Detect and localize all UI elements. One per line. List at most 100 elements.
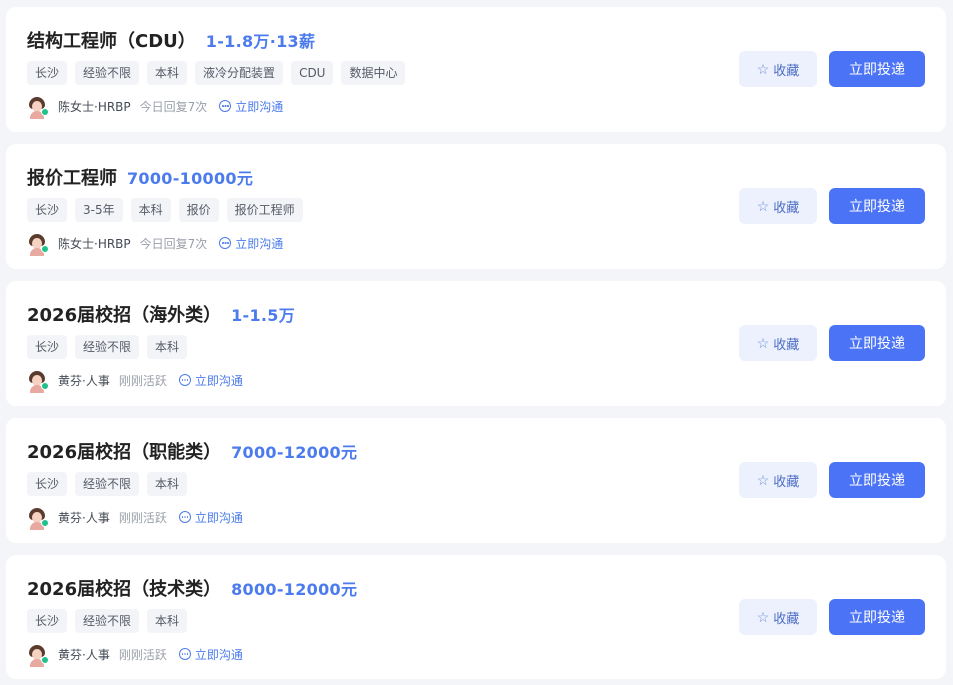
- job-tag: 本科: [147, 472, 188, 496]
- chat-now-label: 立即沟通: [194, 647, 243, 662]
- chat-now-label: 立即沟通: [235, 99, 284, 114]
- apply-button[interactable]: 立即投递: [829, 51, 925, 87]
- job-tags: 长沙 经验不限 本科 液冷分配装置 CDU 数据中心: [27, 61, 406, 85]
- apply-button[interactable]: 立即投递: [829, 599, 925, 635]
- job-tag: 本科: [147, 61, 188, 85]
- recruiter-info: 陈女士·HRBP 今日回复7次 立即沟通: [27, 96, 283, 119]
- apply-button[interactable]: 立即投递: [829, 188, 925, 224]
- favorite-button[interactable]: ☆ 收藏: [739, 325, 817, 361]
- recruiter-name: 陈女士·HRBP: [58, 99, 131, 114]
- favorite-label: 收藏: [773, 62, 800, 78]
- job-tag: 本科: [147, 609, 188, 633]
- chat-now-label: 立即沟通: [235, 236, 284, 251]
- job-tag: 报价工程师: [226, 198, 303, 222]
- recruiter-status: 刚刚活跃: [118, 647, 167, 662]
- job-card[interactable]: 报价工程师 7000-10000元 长沙 3-5年 本科 报价 报价工程师 陈女…: [6, 144, 946, 269]
- online-status-dot: [41, 245, 49, 253]
- job-tag: 长沙: [27, 335, 68, 359]
- job-tag: 3-5年: [75, 198, 123, 222]
- favorite-label: 收藏: [773, 473, 800, 489]
- favorite-label: 收藏: [773, 610, 800, 626]
- job-tag: 经验不限: [75, 472, 140, 496]
- recruiter-name: 黄芬·人事: [58, 647, 110, 662]
- chat-now-link[interactable]: 立即沟通: [178, 509, 243, 526]
- job-tag: 经验不限: [75, 609, 140, 633]
- job-tags: 长沙 经验不限 本科: [27, 472, 188, 496]
- avatar: [27, 233, 49, 256]
- job-list: 结构工程师（CDU） 1-1.8万·13薪 长沙 经验不限 本科 液冷分配装置 …: [0, 0, 953, 685]
- job-tag: 数据中心: [341, 61, 406, 85]
- job-title[interactable]: 报价工程师: [27, 164, 117, 190]
- job-title[interactable]: 2026届校招（海外类）: [27, 301, 221, 327]
- chat-now-label: 立即沟通: [194, 510, 243, 525]
- chat-bubble-icon: [178, 374, 191, 386]
- job-tag: 本科: [147, 335, 188, 359]
- online-status-dot: [41, 108, 49, 116]
- job-tag: 经验不限: [75, 335, 140, 359]
- recruiter-info: 黄芬·人事 刚刚活跃 立即沟通: [27, 370, 243, 393]
- job-title[interactable]: 结构工程师（CDU）: [27, 27, 196, 53]
- recruiter-status: 刚刚活跃: [118, 510, 167, 525]
- recruiter-info: 黄芬·人事 刚刚活跃 立即沟通: [27, 507, 243, 530]
- job-card[interactable]: 2026届校招（技术类） 8000-12000元 长沙 经验不限 本科 黄芬·人…: [6, 555, 946, 679]
- job-card[interactable]: 2026届校招（海外类） 1-1.5万 长沙 经验不限 本科 黄芬·人事 刚刚活…: [6, 281, 946, 406]
- job-card[interactable]: 结构工程师（CDU） 1-1.8万·13薪 长沙 经验不限 本科 液冷分配装置 …: [6, 7, 946, 132]
- online-status-dot: [41, 382, 49, 390]
- chat-bubble-icon: [178, 648, 191, 660]
- chat-now-link[interactable]: 立即沟通: [178, 646, 243, 663]
- apply-button[interactable]: 立即投递: [829, 325, 925, 361]
- job-tag: 本科: [130, 198, 171, 222]
- star-icon: ☆: [756, 198, 770, 214]
- job-title-row: 2026届校招（职能类） 7000-12000元: [27, 438, 357, 464]
- star-icon: ☆: [756, 609, 770, 625]
- job-title-row: 2026届校招（海外类） 1-1.5万: [27, 301, 295, 327]
- chat-now-link[interactable]: 立即沟通: [219, 98, 283, 115]
- job-title[interactable]: 2026届校招（职能类）: [27, 438, 221, 464]
- job-tag: 长沙: [27, 61, 68, 85]
- job-tags: 长沙 经验不限 本科: [27, 609, 188, 633]
- chat-bubble-icon: [219, 237, 232, 249]
- job-tag: CDU: [291, 61, 334, 85]
- job-salary: 7000-10000元: [127, 169, 254, 188]
- chat-bubble-icon: [178, 511, 191, 523]
- job-title-row: 报价工程师 7000-10000元: [27, 164, 253, 190]
- star-icon: ☆: [756, 335, 770, 351]
- recruiter-info: 陈女士·HRBP 今日回复7次 立即沟通: [27, 233, 283, 256]
- chat-now-label: 立即沟通: [194, 373, 243, 388]
- job-title[interactable]: 2026届校招（技术类）: [27, 575, 221, 601]
- recruiter-name: 黄芬·人事: [58, 373, 110, 388]
- recruiter-status: 今日回复7次: [139, 99, 208, 114]
- apply-button[interactable]: 立即投递: [829, 462, 925, 498]
- avatar: [27, 507, 49, 530]
- recruiter-info: 黄芬·人事 刚刚活跃 立即沟通: [27, 644, 243, 667]
- job-tags: 长沙 经验不限 本科: [27, 335, 188, 359]
- favorite-button[interactable]: ☆ 收藏: [739, 188, 817, 224]
- star-icon: ☆: [756, 472, 770, 488]
- chat-bubble-icon: [219, 100, 232, 112]
- job-salary: 1-1.8万·13薪: [205, 32, 316, 51]
- job-tag: 长沙: [27, 609, 68, 633]
- favorite-label: 收藏: [773, 336, 800, 352]
- online-status-dot: [41, 519, 49, 527]
- job-tag: 液冷分配装置: [195, 61, 284, 85]
- chat-now-link[interactable]: 立即沟通: [178, 372, 243, 389]
- recruiter-name: 陈女士·HRBP: [58, 236, 131, 251]
- favorite-button[interactable]: ☆ 收藏: [739, 462, 817, 498]
- online-status-dot: [41, 656, 49, 664]
- job-card[interactable]: 2026届校招（职能类） 7000-12000元 长沙 经验不限 本科 黄芬·人…: [6, 418, 946, 543]
- recruiter-status: 刚刚活跃: [118, 373, 167, 388]
- job-tag: 长沙: [27, 198, 68, 222]
- chat-now-link[interactable]: 立即沟通: [219, 235, 283, 252]
- favorite-button[interactable]: ☆ 收藏: [739, 599, 817, 635]
- recruiter-status: 今日回复7次: [139, 236, 208, 251]
- job-title-row: 2026届校招（技术类） 8000-12000元: [27, 575, 357, 601]
- favorite-button[interactable]: ☆ 收藏: [739, 51, 817, 87]
- avatar: [27, 370, 49, 393]
- job-tag: 经验不限: [75, 61, 140, 85]
- star-icon: ☆: [756, 61, 770, 77]
- job-salary: 1-1.5万: [231, 306, 296, 325]
- job-title-row: 结构工程师（CDU） 1-1.8万·13薪: [27, 27, 315, 53]
- recruiter-name: 黄芬·人事: [58, 510, 110, 525]
- job-tags: 长沙 3-5年 本科 报价 报价工程师: [27, 198, 303, 222]
- avatar: [27, 644, 49, 667]
